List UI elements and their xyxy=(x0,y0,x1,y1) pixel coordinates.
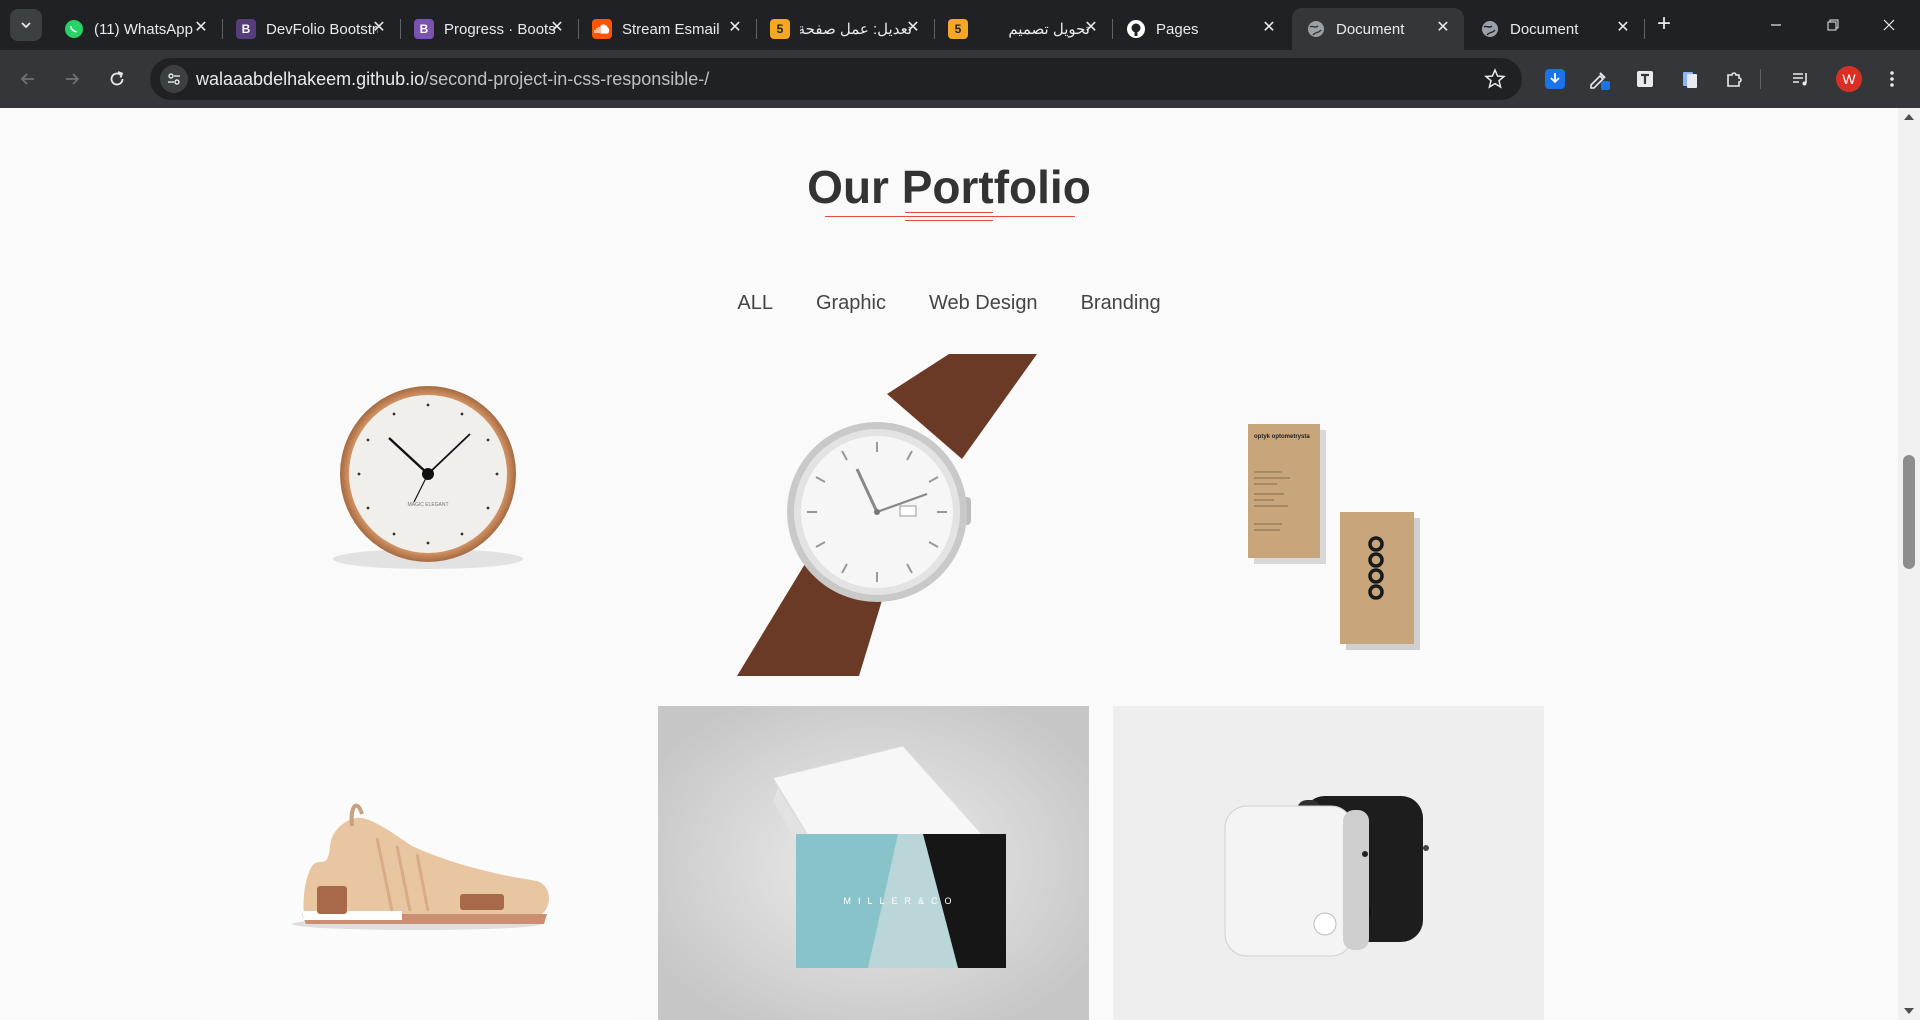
eyedropper-extension-icon[interactable] xyxy=(1587,67,1611,91)
forward-button[interactable] xyxy=(56,63,88,95)
miller-co-cards-image: MILLER&CO xyxy=(658,706,1089,1020)
tune-icon xyxy=(168,73,180,85)
restore-button[interactable] xyxy=(1810,12,1856,38)
card-text: optyk optometrysta xyxy=(1254,434,1310,440)
close-window-button[interactable] xyxy=(1866,12,1912,38)
chevron-down-icon xyxy=(21,22,31,29)
close-icon[interactable]: ✕ xyxy=(548,19,566,37)
extensions-puzzle-icon[interactable] xyxy=(1723,67,1747,91)
title-underline-accent xyxy=(905,212,993,213)
close-icon[interactable]: ✕ xyxy=(192,19,210,37)
portfolio-item-business-cards[interactable]: optyk optometrysta xyxy=(1112,354,1542,676)
tab-devfolio[interactable]: B DevFolio Bootstrap ✕ xyxy=(222,8,401,50)
scroll-thumb[interactable] xyxy=(1903,455,1915,569)
close-icon[interactable]: ✕ xyxy=(1082,19,1100,37)
tab-title: Document xyxy=(1336,20,1405,38)
restore-icon xyxy=(1827,19,1839,31)
filter-web-design[interactable]: Web Design xyxy=(929,292,1038,315)
tab-title: Document xyxy=(1510,20,1579,38)
tab-khamsat-convert[interactable]: 5 تحويل تصميم ✕ xyxy=(934,8,1113,50)
address-bar[interactable]: walaaabdelhakeem.github.io/second-projec… xyxy=(150,58,1522,100)
close-icon[interactable]: ✕ xyxy=(370,19,388,37)
portfolio-item-sneaker[interactable] xyxy=(202,706,632,1020)
tab-title: Stream Esmail xyxy=(622,20,720,38)
bootstrap-icon: B xyxy=(236,19,256,39)
arrow-right-icon xyxy=(66,73,80,85)
tab-title: Pages xyxy=(1156,20,1199,38)
arrow-left-icon xyxy=(20,73,34,85)
close-icon[interactable]: ✕ xyxy=(904,19,922,37)
portfolio-item-watch[interactable] xyxy=(737,354,1037,676)
portfolio-item-devices[interactable] xyxy=(1113,706,1544,1020)
tab-title: تعديل: عمل صفحة xyxy=(800,21,912,38)
clipboard-extension-icon[interactable] xyxy=(1678,67,1702,91)
tab-document[interactable]: Document ✕ xyxy=(1466,8,1645,50)
khamsat-icon: 5 xyxy=(948,19,968,39)
wristwatch-image xyxy=(737,354,1037,676)
reload-icon xyxy=(110,71,124,86)
back-button[interactable] xyxy=(12,63,44,95)
github-icon xyxy=(1126,19,1146,39)
minimize-button[interactable] xyxy=(1753,12,1799,38)
tab-khamsat-edit[interactable]: 5 تعديل: عمل صفحة ✕ xyxy=(756,8,935,50)
soundcloud-icon xyxy=(592,19,612,39)
bookmark-star-icon[interactable] xyxy=(1484,68,1506,90)
tab-title: DevFolio Bootstrap xyxy=(266,20,378,38)
globe-icon xyxy=(1306,19,1326,39)
minimize-icon xyxy=(1771,24,1781,26)
tab-whatsapp[interactable]: (11) WhatsApp ✕ xyxy=(50,8,223,50)
tab-github-pages[interactable]: Pages ✕ xyxy=(1112,8,1290,50)
filter-graphic[interactable]: Graphic xyxy=(816,292,886,315)
media-control-icon[interactable] xyxy=(1789,67,1813,91)
whatsapp-icon xyxy=(64,19,84,39)
khamsat-icon: 5 xyxy=(770,19,790,39)
scroll-down-arrow-icon[interactable] xyxy=(1904,1008,1914,1014)
close-icon[interactable]: ✕ xyxy=(726,19,744,37)
url-host: walaaabdelhakeem.github.io xyxy=(196,69,425,89)
portfolio-filters: ALL Graphic Web Design Branding xyxy=(0,292,1898,315)
kraft-business-cards-image: optyk optometrysta xyxy=(1248,424,1420,650)
browser-toolbar: walaaabdelhakeem.github.io/second-projec… xyxy=(0,50,1920,108)
page-viewport: Our Portfolio ALL Graphic Web Design Bra… xyxy=(0,108,1898,1020)
white-black-devices-image xyxy=(1113,706,1544,1020)
site-info-button[interactable] xyxy=(160,65,188,93)
clock-brand: MAGIC ELEGANT xyxy=(407,502,448,508)
tab-progress[interactable]: B Progress · Bootstrap ✕ xyxy=(400,8,579,50)
download-extension-icon[interactable] xyxy=(1543,67,1567,91)
tab-soundcloud[interactable]: Stream Esmail ✕ xyxy=(578,8,757,50)
profile-avatar[interactable]: W xyxy=(1836,66,1862,92)
scroll-up-arrow-icon[interactable] xyxy=(1904,114,1914,120)
close-icon[interactable]: ✕ xyxy=(1260,19,1278,37)
reader-extension-icon[interactable] xyxy=(1633,67,1657,91)
close-icon xyxy=(1883,19,1895,31)
miller-co-text: MILLER&CO xyxy=(843,896,958,906)
tab-title: تحويل تصميم xyxy=(1008,21,1090,38)
page-scrollbar[interactable] xyxy=(1898,108,1920,1020)
tab-document-active[interactable]: Document ✕ xyxy=(1292,8,1464,50)
section-title: Our Portfolio xyxy=(807,161,1091,213)
globe-icon xyxy=(1480,19,1500,39)
reload-button[interactable] xyxy=(101,63,133,95)
filter-branding[interactable]: Branding xyxy=(1081,292,1161,315)
url-text[interactable]: walaaabdelhakeem.github.io/second-projec… xyxy=(196,69,709,90)
tab-search-button[interactable] xyxy=(10,9,42,41)
title-underline-accent xyxy=(905,220,993,221)
leather-sneaker-image xyxy=(292,803,549,930)
menu-kebab-icon[interactable] xyxy=(1880,67,1904,91)
portfolio-item-clock[interactable]: MAGIC ELEGANT xyxy=(202,354,632,676)
title-underline xyxy=(825,216,1075,217)
tab-title: (11) WhatsApp xyxy=(94,20,193,38)
close-icon[interactable]: ✕ xyxy=(1614,19,1632,37)
url-path: /second-project-in-css-responsible-/ xyxy=(424,69,710,89)
new-tab-button[interactable]: + xyxy=(1651,12,1677,38)
portfolio-item-miller-co[interactable]: MILLER&CO xyxy=(658,706,1089,1020)
tab-title: Progress · Bootstrap xyxy=(444,20,556,38)
bootstrap-icon: B xyxy=(414,19,434,39)
filter-all[interactable]: ALL xyxy=(737,292,773,315)
wall-clock-image: MAGIC ELEGANT xyxy=(333,386,523,569)
close-icon[interactable]: ✕ xyxy=(1434,19,1452,37)
browser-tab-strip: (11) WhatsApp ✕ B DevFolio Bootstrap ✕ B… xyxy=(0,0,1920,50)
